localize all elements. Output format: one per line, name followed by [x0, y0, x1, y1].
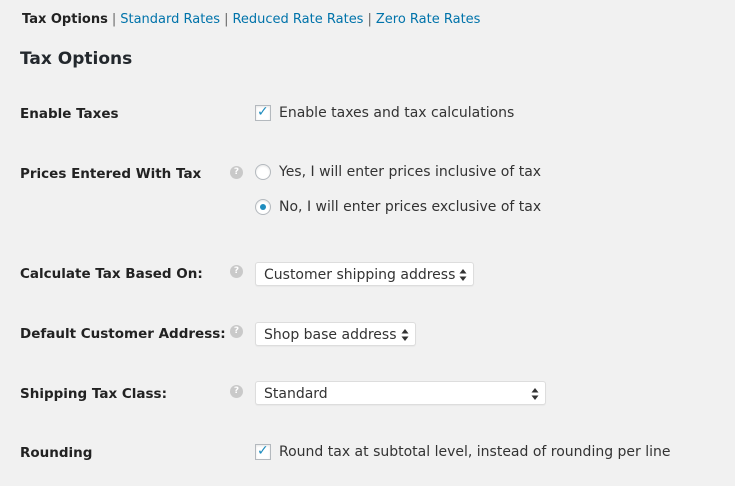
subnav-separator: | — [367, 12, 372, 27]
prices-entered-with-tax-label: Prices Entered With Tax — [20, 166, 202, 182]
default-customer-address-value: Shop base address — [264, 327, 397, 343]
tax-subnav: Tax Options | Standard Rates | Reduced Rate … — [22, 11, 480, 29]
enable-taxes-checkbox-label: Enable taxes and tax calculations — [279, 105, 515, 121]
up-down-arrows-icon — [531, 388, 539, 400]
subnav-separator: | — [224, 12, 229, 27]
help-icon[interactable]: ? — [230, 265, 243, 278]
prices-exclusive-option[interactable]: No, I will enter prices exclusive of tax — [255, 198, 541, 216]
tab-reduced-rate-rates[interactable]: Reduced Rate Rates — [232, 12, 363, 27]
rounding-control[interactable]: ✓ Round tax at subtotal level, instead o… — [255, 443, 671, 461]
calculate-tax-based-on-select[interactable]: Customer shipping address — [255, 262, 474, 286]
checkmark-icon: ✓ — [257, 443, 269, 459]
up-down-arrows-icon — [459, 269, 467, 281]
rounding-checkbox[interactable]: ✓ — [255, 443, 271, 460]
default-customer-address-select[interactable]: Shop base address — [255, 322, 416, 346]
prices-inclusive-option[interactable]: Yes, I will enter prices inclusive of ta… — [255, 163, 541, 181]
calculate-tax-based-on-label: Calculate Tax Based On: — [20, 266, 203, 282]
help-icon[interactable]: ? — [230, 325, 243, 338]
enable-taxes-label: Enable Taxes — [20, 106, 119, 122]
tab-standard-rates[interactable]: Standard Rates — [120, 12, 220, 27]
prices-exclusive-label: No, I will enter prices exclusive of tax — [279, 199, 542, 215]
checkmark-icon: ✓ — [257, 104, 269, 120]
tab-zero-rate-rates[interactable]: Zero Rate Rates — [376, 12, 481, 27]
radio-selected-dot — [260, 204, 266, 210]
prices-inclusive-label: Yes, I will enter prices inclusive of ta… — [279, 164, 542, 180]
shipping-tax-class-select[interactable]: Standard — [255, 381, 546, 405]
rounding-label: Rounding — [20, 445, 93, 461]
rounding-checkbox-label: Round tax at subtotal level, instead of … — [279, 444, 671, 460]
subnav-separator: | — [111, 12, 117, 27]
shipping-tax-class-value: Standard — [264, 386, 328, 402]
tab-tax-options[interactable]: Tax Options — [22, 12, 108, 27]
page-title: Tax Options — [20, 49, 133, 69]
enable-taxes-control[interactable]: ✓ Enable taxes and tax calculations — [255, 104, 514, 122]
up-down-arrows-icon — [401, 329, 409, 341]
help-icon[interactable]: ? — [230, 385, 243, 398]
help-icon[interactable]: ? — [230, 166, 243, 179]
calculate-tax-based-on-value: Customer shipping address — [264, 267, 456, 283]
enable-taxes-checkbox[interactable]: ✓ — [255, 104, 271, 121]
shipping-tax-class-label: Shipping Tax Class: — [20, 386, 167, 402]
prices-inclusive-radio[interactable] — [255, 164, 271, 180]
prices-exclusive-radio[interactable] — [255, 199, 271, 215]
default-customer-address-label: Default Customer Address: — [20, 326, 226, 342]
